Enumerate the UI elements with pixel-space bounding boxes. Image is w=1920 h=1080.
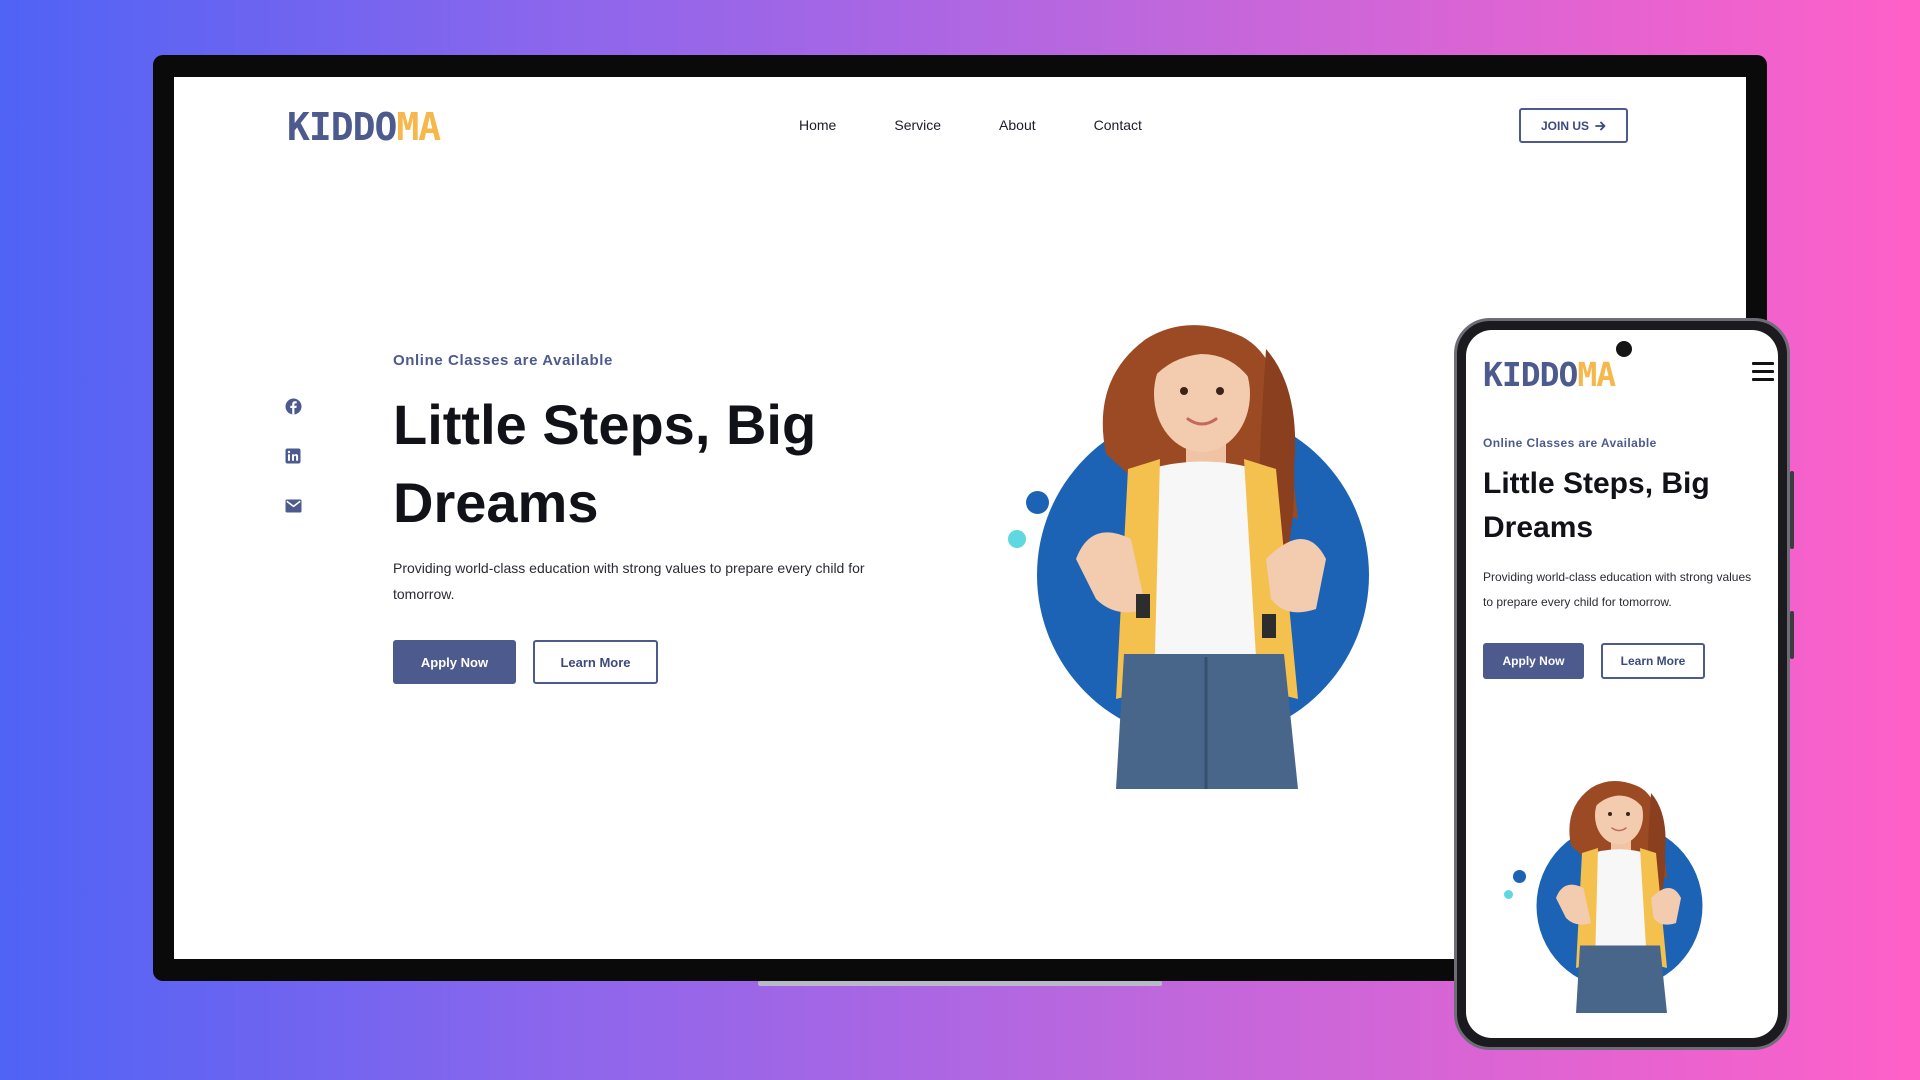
hamburger-menu-icon[interactable] xyxy=(1752,362,1774,386)
front-camera xyxy=(1616,341,1632,357)
main-nav: Home Service About Contact xyxy=(799,117,1142,133)
hero-eyebrow: Online Classes are Available xyxy=(393,352,613,369)
join-us-button[interactable]: JOIN US xyxy=(1519,108,1628,143)
nav-contact[interactable]: Contact xyxy=(1094,117,1142,133)
nav-about[interactable]: About xyxy=(999,117,1036,133)
facebook-icon[interactable] xyxy=(285,398,302,415)
phone-volume-button xyxy=(1790,471,1794,549)
mobile-brand-logo-part1: KIDDO xyxy=(1483,355,1578,394)
mobile-decor-dot-blue xyxy=(1513,870,1526,883)
brand-logo-part1: KIDDO xyxy=(287,105,397,149)
hero-title: Little Steps, Big Dreams xyxy=(393,393,817,534)
linkedin-icon[interactable] xyxy=(285,448,301,464)
mobile-hero-eyebrow: Online Classes are Available xyxy=(1483,436,1657,450)
hero-image-girl xyxy=(1037,325,1369,789)
mobile-brand-logo[interactable]: KIDDOMA xyxy=(1483,355,1616,394)
learn-more-button[interactable]: Learn More xyxy=(533,640,658,684)
monitor-stand xyxy=(758,981,1162,986)
mobile-phone: KIDDOMA Online Classes are Available Lit… xyxy=(1454,318,1794,1050)
hero-description: Providing world-class education with str… xyxy=(393,560,865,602)
brand-logo[interactable]: KIDDOMA xyxy=(287,105,441,149)
apply-now-button[interactable]: Apply Now xyxy=(393,640,516,684)
mobile-brand-logo-part2: MA xyxy=(1577,355,1616,394)
mobile-screen: KIDDOMA Online Classes are Available Lit… xyxy=(1466,330,1778,1038)
mobile-decor-dot-cyan xyxy=(1504,890,1513,899)
mobile-hero-title: Little Steps, Big Dreams xyxy=(1483,467,1710,544)
mail-icon[interactable] xyxy=(285,499,302,513)
mobile-hero-description: Providing world-class education with str… xyxy=(1483,570,1752,609)
mobile-hero-image-girl xyxy=(1536,781,1703,1013)
brand-logo-part2: MA xyxy=(396,105,441,149)
phone-power-button xyxy=(1790,611,1794,659)
nav-home[interactable]: Home xyxy=(799,117,836,133)
join-us-label: JOIN US xyxy=(1540,118,1589,133)
arrow-right-icon xyxy=(1595,121,1606,130)
mobile-learn-more-button[interactable]: Learn More xyxy=(1601,643,1705,679)
decor-dot-cyan xyxy=(1008,530,1026,548)
nav-service[interactable]: Service xyxy=(894,117,941,133)
mobile-apply-now-button[interactable]: Apply Now xyxy=(1483,643,1584,679)
